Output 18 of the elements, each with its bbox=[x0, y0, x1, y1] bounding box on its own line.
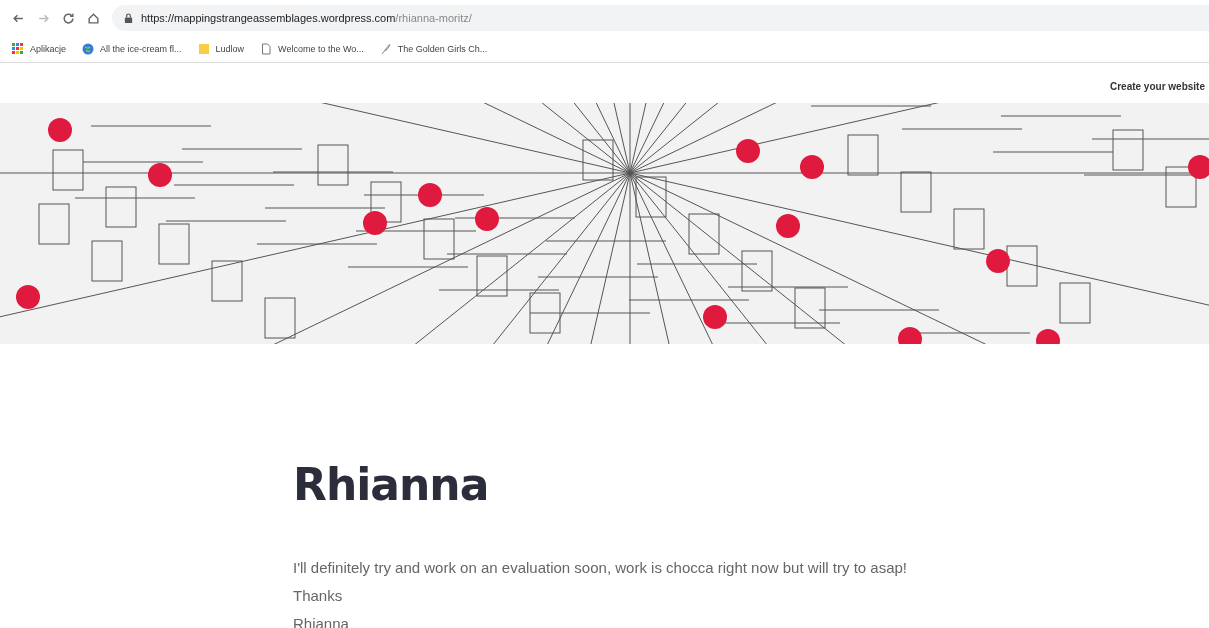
create-website-link[interactable]: Create your website bbox=[1109, 80, 1205, 92]
bookmark[interactable]: Welcome to the Wo... bbox=[260, 43, 364, 55]
home-icon[interactable] bbox=[87, 11, 100, 25]
bookmark[interactable]: The Golden Girls Ch... bbox=[379, 43, 488, 55]
post-text: Thanks bbox=[293, 586, 344, 606]
feather-icon bbox=[379, 43, 392, 55]
page-icon bbox=[260, 43, 273, 55]
reload-icon[interactable] bbox=[62, 11, 75, 25]
bookmark[interactable]: Ludlow bbox=[197, 43, 245, 55]
globe-icon bbox=[82, 43, 95, 55]
lock-icon bbox=[124, 12, 133, 24]
bookmark[interactable]: All the ice-cream fl... bbox=[82, 43, 182, 55]
apps-grid-icon bbox=[12, 43, 24, 55]
address-bar[interactable]: https://mappingstrangeassemblages.wordpress.com/rhianna-moritz/ bbox=[112, 5, 1209, 31]
bookmark[interactable]: Aplikacje bbox=[12, 43, 67, 55]
post-text: I'll definitely try and work on an evaluation soon, work is chocca right now but will try to asap! bbox=[293, 558, 908, 578]
post-title: Rhianna bbox=[293, 459, 490, 510]
folder-icon bbox=[197, 43, 210, 55]
